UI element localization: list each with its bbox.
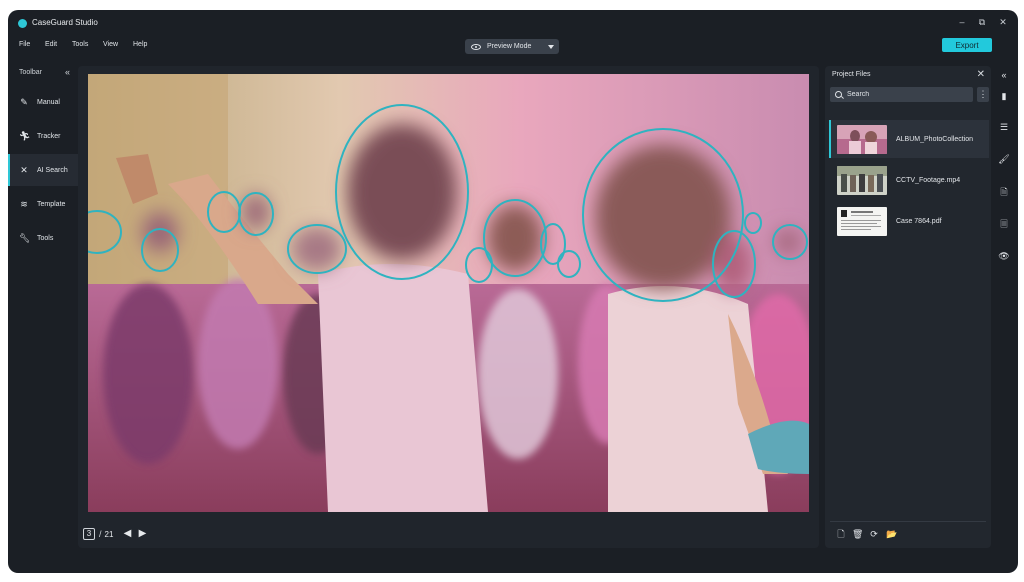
app-logo-icon bbox=[18, 19, 27, 28]
close-window-button[interactable]: ✕ bbox=[997, 17, 1009, 28]
title-bar: CaseGuard Studio – ⧉ ✕ bbox=[8, 10, 1018, 36]
running-person-icon: 🏃︎ bbox=[19, 131, 31, 141]
file-info-icon[interactable]: 🗎 bbox=[998, 186, 1010, 198]
left-toolbar: Toolbar « ✎ Manual 🏃︎ Tracker ✕ AI Searc… bbox=[8, 62, 78, 562]
canvas-area bbox=[78, 66, 819, 548]
file-thumbnail bbox=[837, 206, 887, 236]
file-item[interactable]: Case 7864.pdf bbox=[829, 202, 989, 240]
page-total: 21 bbox=[104, 529, 114, 539]
tool-template-label: Template bbox=[37, 200, 66, 208]
file-thumbnail bbox=[837, 165, 887, 195]
search-icon bbox=[835, 91, 842, 98]
app-window: CaseGuard Studio – ⧉ ✕ File Edit Tools V… bbox=[8, 10, 1018, 573]
tool-manual[interactable]: ✎ Manual bbox=[8, 86, 78, 118]
app-title: CaseGuard Studio bbox=[32, 18, 98, 27]
photo-canvas[interactable] bbox=[88, 74, 809, 512]
new-file-icon[interactable]: 🗋 bbox=[836, 529, 846, 539]
tool-ai-search[interactable]: ✕ AI Search bbox=[8, 154, 78, 186]
preview-mode-dropdown[interactable]: Preview Mode bbox=[465, 39, 559, 54]
page-navigator: 3 / 21 ◀ ▶ bbox=[83, 527, 151, 541]
tool-template[interactable]: ≋ Template bbox=[8, 188, 78, 220]
menu-edit[interactable]: Edit bbox=[45, 41, 57, 48]
toolbar-collapse-icon[interactable]: « bbox=[65, 67, 70, 77]
layers-icon: ≋ bbox=[20, 199, 28, 209]
chevron-down-icon bbox=[548, 45, 554, 49]
menu-bar: File Edit Tools View Help Preview Mode E… bbox=[8, 36, 1018, 56]
search-input[interactable] bbox=[847, 91, 967, 98]
eye-icon bbox=[471, 43, 481, 50]
checklist-icon[interactable]: ☰ bbox=[998, 121, 1010, 133]
tool-tracker-label: Tracker bbox=[37, 132, 61, 140]
document-icon[interactable]: 🗏 bbox=[998, 218, 1010, 230]
tool-manual-label: Manual bbox=[37, 98, 60, 106]
menu-tools[interactable]: Tools bbox=[72, 41, 88, 48]
collapse-icon[interactable]: « bbox=[998, 69, 1010, 81]
file-item[interactable]: CCTV_Footage.mp4 bbox=[829, 161, 989, 199]
sync-icon[interactable]: ⟳ bbox=[869, 529, 879, 539]
copy-icon[interactable]: ▮ bbox=[998, 90, 1010, 102]
eye-icon[interactable]: 👁 bbox=[998, 250, 1010, 262]
minimize-button[interactable]: – bbox=[956, 17, 968, 27]
previous-page-icon[interactable]: ◀ bbox=[121, 529, 133, 539]
wrench-icon: 🔧︎ bbox=[19, 233, 31, 243]
file-item[interactable]: ALBUM_PhotoCollection bbox=[829, 120, 989, 158]
close-icon[interactable]: ✕ bbox=[977, 69, 985, 80]
panel-title: Project Files bbox=[832, 71, 871, 78]
export-button[interactable]: Export bbox=[942, 38, 992, 52]
next-page-icon[interactable]: ▶ bbox=[136, 529, 148, 539]
tool-tools[interactable]: 🔧︎ Tools bbox=[8, 222, 78, 254]
pen-icon: ✎ bbox=[20, 97, 28, 107]
menu-help[interactable]: Help bbox=[133, 41, 147, 48]
preview-mode-label: Preview Mode bbox=[487, 43, 532, 50]
file-name: CCTV_Footage.mp4 bbox=[896, 176, 961, 184]
file-name: Case 7864.pdf bbox=[896, 217, 942, 225]
panel-footer-divider bbox=[830, 521, 986, 522]
tool-tools-label: Tools bbox=[37, 234, 54, 242]
folder-open-icon[interactable]: 📂 bbox=[886, 529, 897, 539]
maximize-button[interactable]: ⧉ bbox=[976, 17, 988, 28]
tool-tracker[interactable]: 🏃︎ Tracker bbox=[8, 120, 78, 152]
tool-ai-search-label: AI Search bbox=[37, 166, 68, 174]
menu-view[interactable]: View bbox=[103, 41, 118, 48]
trash-icon[interactable]: 🗑 bbox=[852, 529, 863, 539]
search-box[interactable] bbox=[830, 87, 973, 102]
magic-wand-icon: ✕ bbox=[20, 165, 28, 175]
menu-file[interactable]: File bbox=[19, 41, 30, 48]
file-thumbnail bbox=[837, 124, 887, 154]
current-page-input[interactable]: 3 bbox=[83, 528, 95, 540]
page-separator: / bbox=[99, 529, 102, 539]
more-options-icon[interactable]: ⋮ bbox=[977, 87, 989, 102]
toolbar-title: Toolbar bbox=[19, 69, 42, 76]
file-name: ALBUM_PhotoCollection bbox=[896, 135, 974, 143]
redacted-photo bbox=[88, 74, 809, 512]
project-files-panel: Project Files ✕ ⋮ ALBUM_PhotoCollection bbox=[825, 66, 991, 548]
brush-icon[interactable]: 🖌 bbox=[998, 153, 1010, 165]
